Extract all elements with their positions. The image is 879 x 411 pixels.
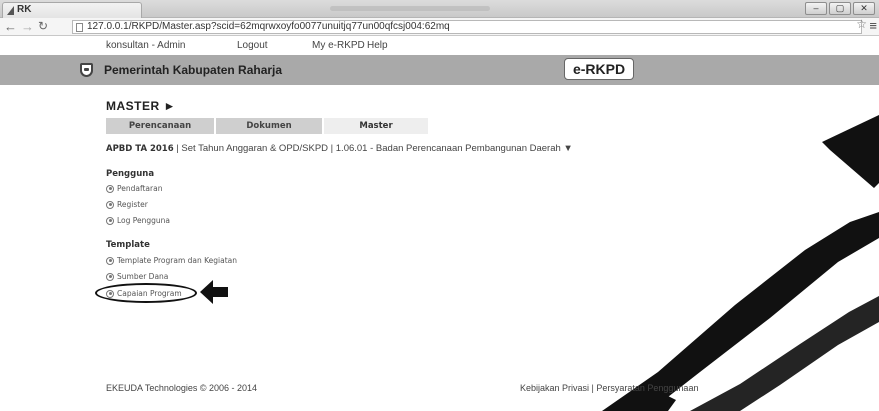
circle-bullet-icon bbox=[106, 184, 114, 193]
menu-link-template-program[interactable]: Template Program dan Kegiatan bbox=[106, 256, 237, 265]
help-link[interactable]: Help bbox=[367, 40, 388, 51]
left-arrow-icon bbox=[200, 280, 228, 304]
menu-link-label: Register bbox=[117, 200, 148, 209]
window-controls: – ▢ ✕ bbox=[805, 2, 875, 15]
circle-bullet-icon bbox=[106, 216, 114, 225]
menu-link-register[interactable]: Register bbox=[106, 200, 148, 209]
footer-copyright: EKEUDA Technologies © 2006 - 2014 bbox=[106, 383, 258, 393]
menu-link-sumber-dana[interactable]: Sumber Dana bbox=[106, 272, 168, 281]
my-erkpd-link[interactable]: My e-RKPD bbox=[312, 40, 365, 51]
brand-logo: e-RKPD bbox=[564, 58, 634, 80]
section-title-pengguna: Pengguna bbox=[106, 169, 155, 179]
browser-tab-title: RK bbox=[17, 4, 32, 15]
tab-dokumen[interactable]: Dokumen bbox=[214, 118, 322, 134]
context-bar: APBD TA 2016 | Set Tahun Anggaran & OPD/… bbox=[106, 143, 573, 154]
window-title-blurred bbox=[330, 6, 490, 11]
tab-perencanaan[interactable]: Perencanaan bbox=[106, 118, 214, 134]
user-label: konsultan - Admin bbox=[106, 40, 186, 51]
tab-favicon-icon bbox=[7, 6, 14, 15]
menu-link-label: Log Pengguna bbox=[117, 216, 171, 225]
fiscal-year-label: APBD TA 2016 bbox=[106, 144, 174, 154]
highlight-ellipse bbox=[95, 283, 197, 303]
page-title: MASTER ► bbox=[106, 99, 176, 113]
logout-link[interactable]: Logout bbox=[237, 40, 268, 51]
reload-icon[interactable]: ↻ bbox=[38, 19, 48, 34]
top-links: konsultan - Admin Logout My e-RKPD Help bbox=[0, 40, 879, 54]
tab-master[interactable]: Master bbox=[322, 118, 428, 134]
circle-bullet-icon bbox=[106, 272, 114, 281]
government-shield-icon bbox=[80, 63, 93, 77]
menu-link-pendaftaran[interactable]: Pendaftaran bbox=[106, 184, 162, 193]
menu-link-label: Pendaftaran bbox=[117, 184, 163, 193]
section-title-template: Template bbox=[106, 240, 150, 250]
url-text: 127.0.0.1/RKPD/Master.asp?scid=62mqrwxoy… bbox=[87, 21, 450, 32]
url-input[interactable]: 127.0.0.1/RKPD/Master.asp?scid=62mqrwxoy… bbox=[72, 20, 862, 34]
address-bar: ← → ↻ 127.0.0.1/RKPD/Master.asp?scid=62m… bbox=[0, 18, 879, 36]
browser-tab[interactable]: RK bbox=[2, 2, 142, 18]
close-window-button[interactable]: ✕ bbox=[853, 2, 875, 15]
circle-bullet-icon bbox=[106, 200, 114, 209]
page-icon bbox=[76, 23, 83, 32]
footer-links[interactable]: Kebijakan Privasi | Persyaratan Pengguna… bbox=[520, 383, 698, 393]
maximize-button[interactable]: ▢ bbox=[829, 2, 851, 15]
minimize-button[interactable]: – bbox=[805, 2, 827, 15]
menu-link-label: Sumber Dana bbox=[117, 272, 169, 281]
circle-bullet-icon bbox=[106, 256, 114, 265]
app-header: Pemerintah Kabupaten Raharja e-RKPD bbox=[0, 55, 879, 85]
main-tabs: Perencanaan Dokumen Master bbox=[106, 118, 428, 134]
browser-titlebar: RK – ▢ ✕ bbox=[0, 0, 879, 18]
hamburger-menu-icon[interactable]: ≡ bbox=[869, 18, 877, 33]
back-arrow-icon[interactable]: ← bbox=[4, 19, 17, 34]
menu-link-log-pengguna[interactable]: Log Pengguna bbox=[106, 216, 170, 225]
header-title: Pemerintah Kabupaten Raharja bbox=[104, 63, 283, 77]
menu-link-label: Template Program dan Kegiatan bbox=[117, 256, 238, 265]
star-icon[interactable]: ☆ bbox=[856, 18, 867, 31]
forward-arrow-icon[interactable]: → bbox=[21, 19, 34, 34]
context-selector[interactable]: | Set Tahun Anggaran & OPD/SKPD | 1.06.0… bbox=[174, 143, 573, 154]
